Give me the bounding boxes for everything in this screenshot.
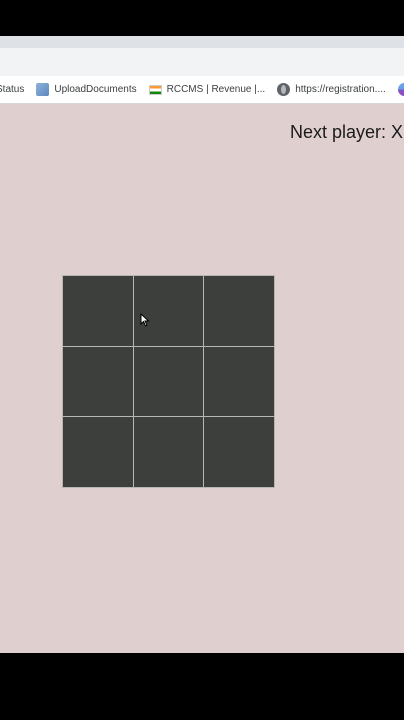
board-square-9[interactable] xyxy=(204,417,274,487)
board-square-6[interactable] xyxy=(204,346,274,417)
mouse-pointer-icon xyxy=(140,312,150,332)
board-square-3[interactable] xyxy=(204,276,274,346)
board-square-7[interactable] xyxy=(63,417,133,487)
bookmark-label: UploadDocuments xyxy=(54,84,137,95)
board-square-5[interactable] xyxy=(133,346,204,417)
bookmark-label: RCCMS | Revenue |... xyxy=(166,84,266,95)
globe-icon xyxy=(277,83,291,96)
board-square-1[interactable] xyxy=(63,276,133,346)
browser-toolbar xyxy=(0,48,404,76)
bookmark-truncated[interactable]: p xyxy=(392,80,404,100)
bookmark-label: https://registration.... xyxy=(295,84,386,95)
game-board xyxy=(62,275,275,488)
bookmarks-bar: Status UploadDocuments RCCMS | Revenue |… xyxy=(0,76,404,104)
bookmark-rccms[interactable]: RCCMS | Revenue |... xyxy=(143,80,272,100)
database-icon xyxy=(397,83,404,96)
board-square-4[interactable] xyxy=(63,346,133,417)
screen-bottom-bar xyxy=(0,653,404,720)
board-square-8[interactable] xyxy=(133,417,204,487)
bookmark-status[interactable]: Status xyxy=(0,80,30,100)
screen-top-bar xyxy=(0,0,404,36)
upload-icon xyxy=(36,83,50,96)
game-page: Next player: X xyxy=(0,104,404,653)
bookmark-upload-documents[interactable]: UploadDocuments xyxy=(30,80,142,100)
bookmark-label: Status xyxy=(0,84,25,95)
india-flag-icon xyxy=(148,84,162,95)
browser-tab-strip xyxy=(0,36,404,48)
board-square-2[interactable] xyxy=(133,276,204,346)
next-player-status: Next player: X xyxy=(290,122,404,142)
bookmark-registration[interactable]: https://registration.... xyxy=(271,80,392,100)
